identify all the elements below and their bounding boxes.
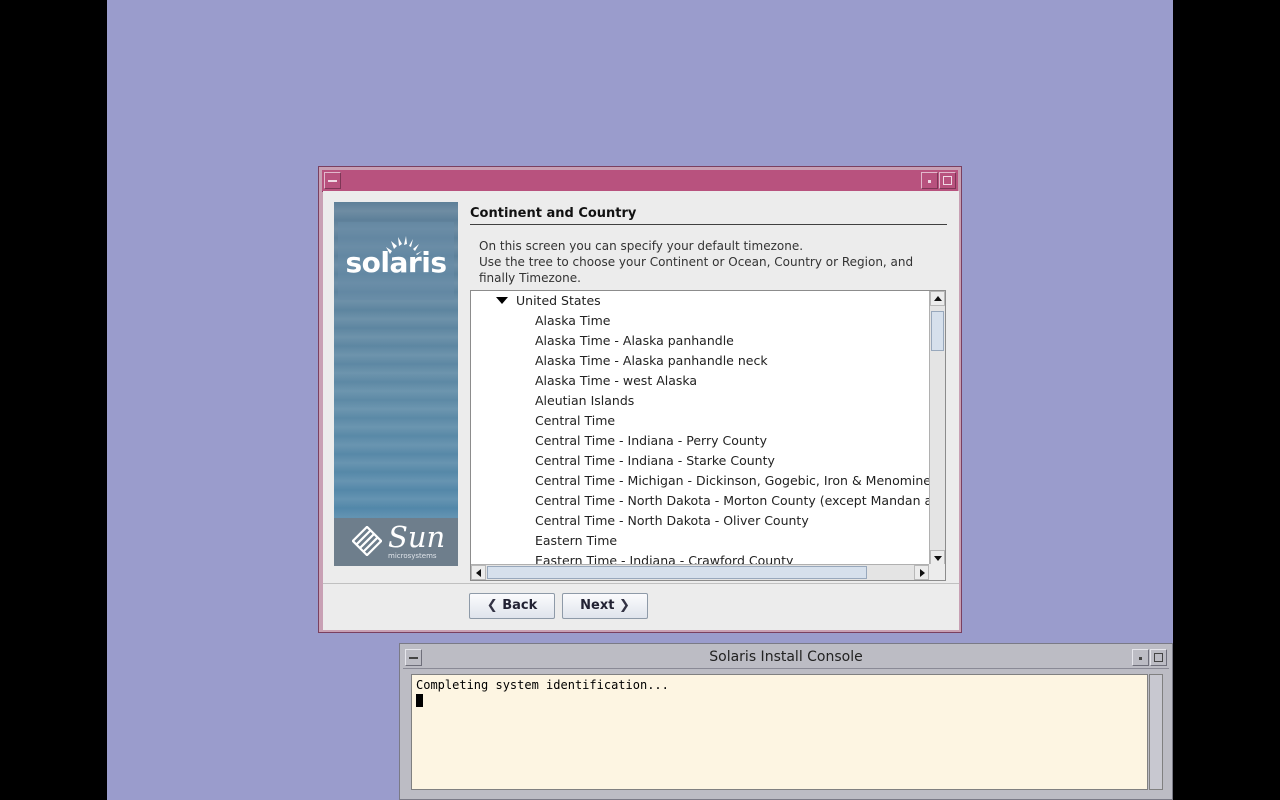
tree-node-country[interactable]: United States (471, 291, 929, 311)
instructions-line: On this screen you can specify your defa… (479, 239, 804, 253)
tree-leaf-timezone[interactable]: Central Time - Indiana - Starke County (535, 451, 775, 471)
sun-logo-subtext: microsystems (388, 552, 437, 560)
arrow-down-icon (934, 556, 942, 561)
chevron-right-icon: ❯ (618, 598, 630, 613)
tree-leaf-timezone[interactable]: Central Time - North Dakota - Oliver Cou… (535, 511, 809, 531)
scroll-down-button[interactable] (930, 550, 945, 565)
installer-titlebar[interactable] (322, 170, 958, 192)
console-titlebar[interactable]: Solaris Install Console (403, 647, 1169, 669)
tree-leaf-timezone[interactable]: Eastern Time (535, 531, 617, 551)
arrow-right-icon (920, 569, 925, 577)
title-divider (470, 224, 947, 225)
tree-leaf-timezone[interactable]: Central Time - Indiana - Perry County (535, 431, 767, 451)
minimize-button[interactable] (921, 172, 938, 189)
vertical-scrollbar[interactable] (929, 291, 945, 565)
tree-leaf-timezone[interactable]: Aleutian Islands (535, 391, 634, 411)
console-output-line: Completing system identification... (416, 678, 669, 692)
instructions-line: finally Timezone. (479, 271, 581, 285)
instructions-line: Use the tree to choose your Continent or… (479, 255, 914, 269)
tree-leaf-timezone[interactable]: Central Time - Michigan - Dickinson, Gog… (535, 471, 945, 491)
sun-logo-icon (352, 526, 382, 556)
maximize-button[interactable] (939, 172, 956, 189)
maximize-button[interactable] (1150, 649, 1167, 666)
back-button-label: Back (502, 598, 538, 613)
scroll-right-button[interactable] (914, 565, 929, 580)
horizontal-scroll-thumb[interactable] (487, 566, 867, 579)
scroll-up-button[interactable] (930, 291, 945, 306)
install-console-window: Solaris Install Console Completing syste… (399, 643, 1173, 800)
tree-leaf-timezone[interactable]: Alaska Time - Alaska panhandle (535, 331, 734, 351)
button-bar-divider (323, 583, 959, 584)
back-button[interactable]: ❮ Back (469, 593, 555, 619)
tree-leaf-timezone[interactable]: Central Time - North Dakota - Morton Cou… (535, 491, 945, 511)
next-button[interactable]: Next ❯ (562, 593, 648, 619)
horizontal-scrollbar[interactable] (471, 564, 929, 580)
arrow-up-icon (934, 296, 942, 301)
sun-microsystems-logo: Sun microsystems (334, 518, 458, 566)
solaris-logo-text: solaris (345, 246, 447, 279)
tree-leaf-timezone[interactable]: Central Time (535, 411, 615, 431)
tree-leaf-timezone[interactable]: Alaska Time - Alaska panhandle neck (535, 351, 768, 371)
text-cursor (416, 694, 423, 707)
arrow-left-icon (476, 569, 481, 577)
timezone-tree[interactable]: United States Alaska Time Alaska Time - … (470, 290, 946, 581)
instructions-text: On this screen you can specify your defa… (479, 238, 939, 286)
page-title: Continent and Country (470, 206, 637, 221)
console-title: Solaris Install Console (709, 649, 863, 665)
tree-leaf-timezone[interactable]: Alaska Time (535, 311, 610, 331)
installer-sidebar-banner: solaris Sun microsystems (334, 202, 458, 566)
console-output[interactable]: Completing system identification... (411, 674, 1148, 790)
scroll-corner (929, 564, 945, 580)
console-scrollbar[interactable] (1149, 674, 1163, 790)
minimize-button[interactable] (1132, 649, 1149, 666)
installer-content: solaris Sun microsystems Continent and C… (323, 191, 959, 630)
sun-logo-text: Sun (388, 520, 446, 554)
window-menu-button[interactable] (324, 172, 341, 189)
installer-window: solaris Sun microsystems Continent and C… (318, 166, 962, 633)
chevron-left-icon: ❮ (486, 598, 498, 613)
vertical-scroll-thumb[interactable] (931, 311, 944, 351)
tree-leaf-timezone[interactable]: Alaska Time - west Alaska (535, 371, 697, 391)
next-button-label: Next (580, 598, 615, 613)
expand-arrow-icon[interactable] (496, 297, 508, 304)
tree-node-label: United States (516, 293, 601, 308)
scroll-left-button[interactable] (471, 565, 486, 580)
